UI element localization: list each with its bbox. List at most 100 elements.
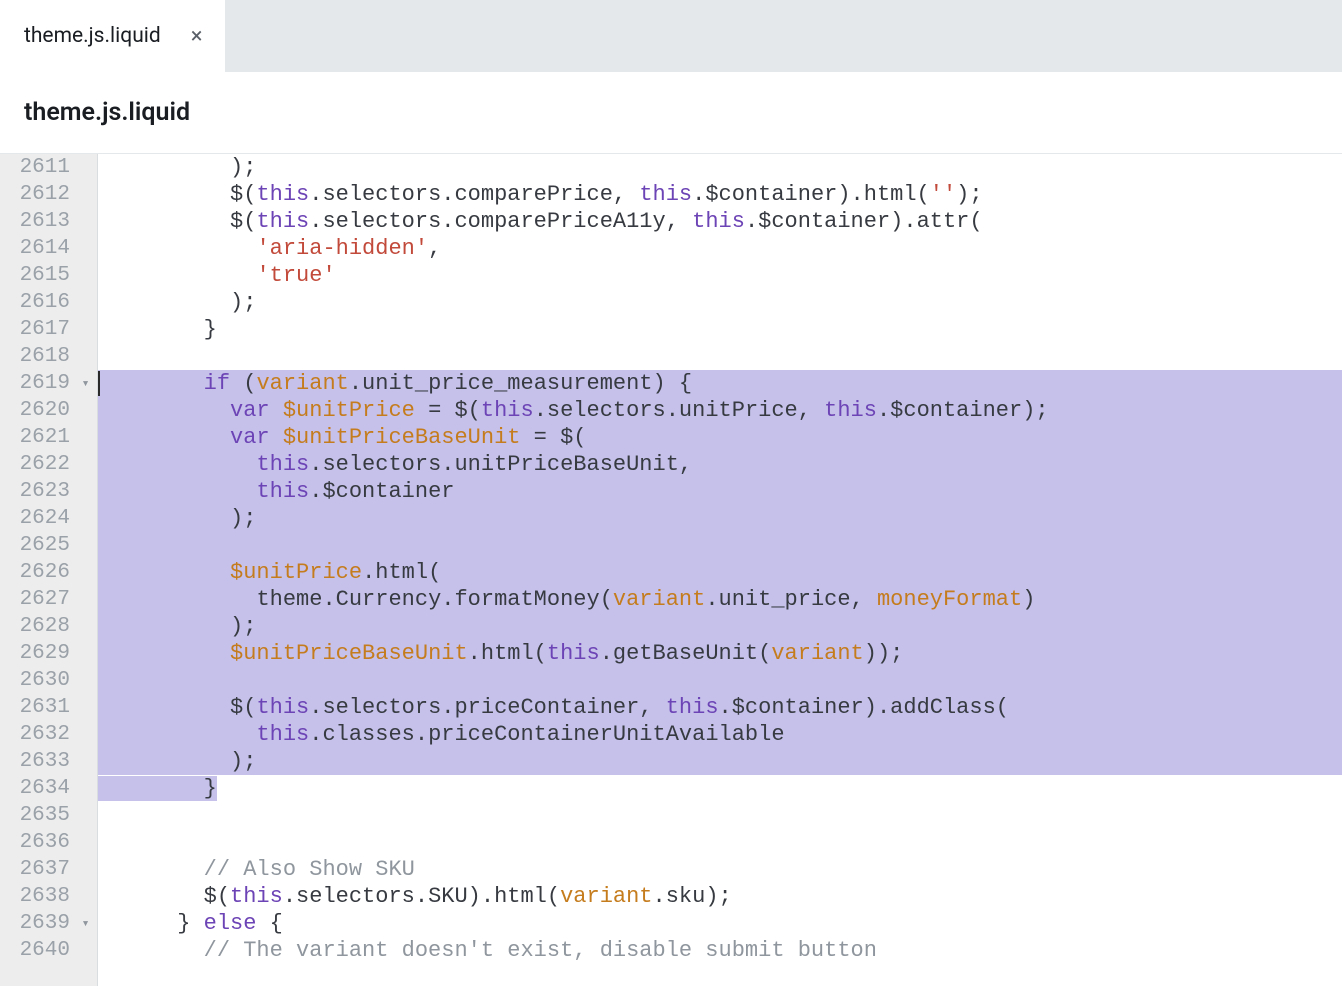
line-number: 2611 bbox=[8, 154, 70, 181]
line-number: 2632 bbox=[8, 721, 70, 748]
line-number: 2613 bbox=[8, 208, 70, 235]
code-line[interactable] bbox=[98, 802, 1342, 829]
fold-marker bbox=[74, 667, 97, 694]
code-line[interactable]: } bbox=[98, 775, 1342, 802]
line-number: 2618 bbox=[8, 343, 70, 370]
fold-marker bbox=[74, 505, 97, 532]
fold-marker bbox=[74, 532, 97, 559]
fold-marker[interactable]: ▾ bbox=[74, 370, 97, 397]
line-number: 2624 bbox=[8, 505, 70, 532]
tab-bar: theme.js.liquid × bbox=[0, 0, 1342, 72]
code-line[interactable]: // The variant doesn't exist, disable su… bbox=[98, 937, 1342, 964]
fold-marker bbox=[74, 235, 97, 262]
line-number: 2634 bbox=[8, 775, 70, 802]
code-line[interactable] bbox=[98, 532, 1342, 559]
tab-active[interactable]: theme.js.liquid × bbox=[0, 0, 225, 72]
fold-marker bbox=[74, 478, 97, 505]
line-number: 2633 bbox=[8, 748, 70, 775]
code-line[interactable]: ); bbox=[98, 289, 1342, 316]
line-number: 2628 bbox=[8, 613, 70, 640]
fold-marker bbox=[74, 883, 97, 910]
code-line[interactable]: $(this.selectors.comparePrice, this.$con… bbox=[98, 181, 1342, 208]
line-number: 2637 bbox=[8, 856, 70, 883]
code-line[interactable]: // Also Show SKU bbox=[98, 856, 1342, 883]
code-line[interactable]: if (variant.unit_price_measurement) { bbox=[98, 370, 1342, 397]
code-line[interactable]: theme.Currency.formatMoney(variant.unit_… bbox=[98, 586, 1342, 613]
code-line[interactable]: this.classes.priceContainerUnitAvailable bbox=[98, 721, 1342, 748]
line-number: 2612 bbox=[8, 181, 70, 208]
line-number: 2629 bbox=[8, 640, 70, 667]
code-line[interactable] bbox=[98, 343, 1342, 370]
fold-marker bbox=[74, 640, 97, 667]
line-number: 2621 bbox=[8, 424, 70, 451]
line-number: 2615 bbox=[8, 262, 70, 289]
fold-marker bbox=[74, 829, 97, 856]
fold-marker bbox=[74, 451, 97, 478]
line-number: 2616 bbox=[8, 289, 70, 316]
code-line[interactable]: var $unitPrice = $(this.selectors.unitPr… bbox=[98, 397, 1342, 424]
line-number: 2622 bbox=[8, 451, 70, 478]
fold-marker bbox=[74, 937, 97, 964]
fold-marker bbox=[74, 208, 97, 235]
code-line[interactable]: 'aria-hidden', bbox=[98, 235, 1342, 262]
fold-marker bbox=[74, 802, 97, 829]
code-line[interactable]: var $unitPriceBaseUnit = $( bbox=[98, 424, 1342, 451]
code-line[interactable]: this.$container bbox=[98, 478, 1342, 505]
code-line[interactable]: $unitPrice.html( bbox=[98, 559, 1342, 586]
line-number: 2619 bbox=[8, 370, 70, 397]
code-line[interactable]: $unitPriceBaseUnit.html(this.getBaseUnit… bbox=[98, 640, 1342, 667]
line-number: 2631 bbox=[8, 694, 70, 721]
code-area[interactable]: ); $(this.selectors.comparePrice, this.$… bbox=[98, 154, 1342, 986]
line-number: 2638 bbox=[8, 883, 70, 910]
line-number: 2620 bbox=[8, 397, 70, 424]
fold-marker bbox=[74, 316, 97, 343]
code-line[interactable]: $(this.selectors.comparePriceA11y, this.… bbox=[98, 208, 1342, 235]
code-line[interactable] bbox=[98, 667, 1342, 694]
code-line[interactable]: ); bbox=[98, 613, 1342, 640]
fold-marker bbox=[74, 856, 97, 883]
line-number: 2623 bbox=[8, 478, 70, 505]
line-number: 2617 bbox=[8, 316, 70, 343]
code-line[interactable]: } else { bbox=[98, 910, 1342, 937]
line-number: 2635 bbox=[8, 802, 70, 829]
fold-marker bbox=[74, 154, 97, 181]
breadcrumb-filename: theme.js.liquid bbox=[24, 98, 190, 127]
fold-marker bbox=[74, 586, 97, 613]
code-editor[interactable]: 2611261226132614261526162617261826192620… bbox=[0, 154, 1342, 986]
fold-marker bbox=[74, 181, 97, 208]
line-number-gutter: 2611261226132614261526162617261826192620… bbox=[0, 154, 74, 986]
fold-marker bbox=[74, 775, 97, 802]
fold-marker bbox=[74, 424, 97, 451]
fold-marker bbox=[74, 289, 97, 316]
fold-column: ▾▾ bbox=[74, 154, 98, 986]
line-number: 2626 bbox=[8, 559, 70, 586]
code-line[interactable]: ); bbox=[98, 748, 1342, 775]
code-line[interactable] bbox=[98, 829, 1342, 856]
fold-marker bbox=[74, 397, 97, 424]
line-number: 2640 bbox=[8, 937, 70, 964]
fold-marker bbox=[74, 613, 97, 640]
line-number: 2625 bbox=[8, 532, 70, 559]
code-line[interactable]: 'true' bbox=[98, 262, 1342, 289]
fold-marker bbox=[74, 694, 97, 721]
fold-marker bbox=[74, 748, 97, 775]
fold-marker[interactable]: ▾ bbox=[74, 910, 97, 937]
code-line[interactable]: this.selectors.unitPriceBaseUnit, bbox=[98, 451, 1342, 478]
code-line[interactable]: ); bbox=[98, 505, 1342, 532]
code-line[interactable]: } bbox=[98, 316, 1342, 343]
fold-marker bbox=[74, 559, 97, 586]
code-line[interactable]: $(this.selectors.priceContainer, this.$c… bbox=[98, 694, 1342, 721]
code-line[interactable]: ); bbox=[98, 154, 1342, 181]
tab-label: theme.js.liquid bbox=[24, 24, 161, 48]
fold-marker bbox=[74, 262, 97, 289]
line-number: 2639 bbox=[8, 910, 70, 937]
line-number: 2636 bbox=[8, 829, 70, 856]
code-line[interactable]: $(this.selectors.SKU).html(variant.sku); bbox=[98, 883, 1342, 910]
line-number: 2614 bbox=[8, 235, 70, 262]
breadcrumb-bar: theme.js.liquid bbox=[0, 72, 1342, 154]
line-number: 2630 bbox=[8, 667, 70, 694]
fold-marker bbox=[74, 721, 97, 748]
fold-marker bbox=[74, 343, 97, 370]
close-icon[interactable]: × bbox=[187, 20, 207, 53]
line-number: 2627 bbox=[8, 586, 70, 613]
